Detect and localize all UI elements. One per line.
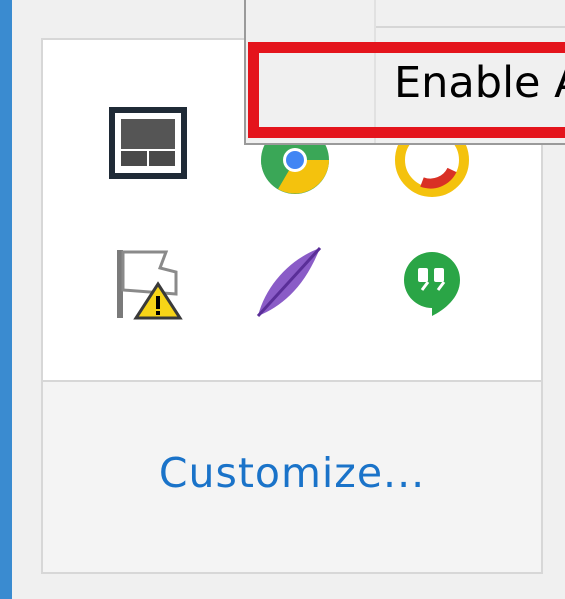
menu-separator <box>376 26 565 28</box>
feather-icon[interactable] <box>252 244 332 324</box>
action-center-warning-icon[interactable] <box>108 244 188 324</box>
customize-link[interactable]: Customize... <box>43 449 541 497</box>
window-edge <box>0 0 12 599</box>
hangouts-icon[interactable] <box>392 244 472 324</box>
highlight-box <box>248 42 565 138</box>
customize-area: Customize... <box>43 382 541 572</box>
touchpad-icon[interactable] <box>108 106 188 186</box>
menu-item-disable[interactable]: Disable <box>394 0 554 8</box>
